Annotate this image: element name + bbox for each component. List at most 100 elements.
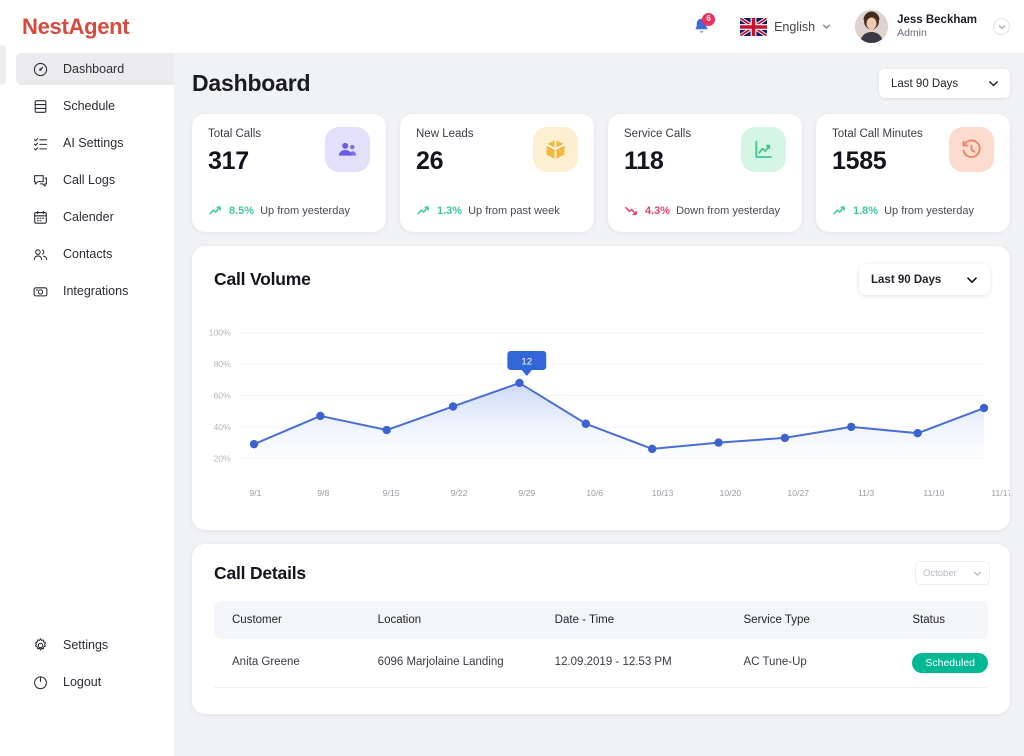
- box-cube-icon: [533, 127, 578, 172]
- call-details-header: Call Details October: [192, 544, 1010, 585]
- month-select[interactable]: October: [915, 561, 990, 585]
- stat-card-delta-text: Up from yesterday: [884, 204, 974, 217]
- stat-card-delta: 4.3% Down from yesterday: [624, 203, 780, 218]
- stat-card-delta-text: Up from yesterday: [260, 204, 350, 217]
- call-volume-svg: [238, 332, 989, 474]
- stat-card-delta: 1.8% Up from yesterday: [832, 203, 974, 218]
- content: Dashboard Last 90 Days Total Calls 317 8…: [174, 53, 1024, 756]
- month-select-value: October: [923, 567, 957, 579]
- sidebar-edge-sliver: [0, 45, 6, 85]
- sidebar-item-logout[interactable]: Logout: [16, 666, 174, 698]
- sidebar-item-label: Settings: [63, 638, 109, 652]
- sidebar-item-ai-settings[interactable]: AI Settings: [16, 127, 174, 159]
- page-title: Dashboard: [192, 70, 311, 96]
- user-menu[interactable]: Jess Beckham Admin: [855, 10, 1010, 43]
- stat-card-delta-pct: 8.5%: [229, 204, 255, 217]
- uk-flag-icon: [740, 17, 768, 36]
- table-column-header: Location: [377, 614, 422, 626]
- sidebar-item-label: Calender: [63, 210, 114, 224]
- trend-up-icon: [208, 203, 223, 218]
- stat-card: Service Calls 118 4.3% Down from yesterd…: [608, 114, 802, 232]
- sidebar-item-label: Call Logs: [63, 173, 116, 187]
- sidebar-item-integrations[interactable]: Integrations: [16, 275, 174, 307]
- sidebar-item-call-logs[interactable]: Call Logs: [16, 164, 174, 196]
- table-column-header: Status: [912, 614, 945, 626]
- user-name: Jess Beckham: [897, 13, 977, 26]
- stat-card-delta-pct: 1.3%: [437, 204, 463, 217]
- sidebar-item-calender[interactable]: Calender: [16, 201, 174, 233]
- sidebar-nav: Dashboard Schedule AI Settings Call Logs Cal…: [0, 53, 174, 307]
- sidebar-item-label: Logout: [63, 675, 102, 689]
- sidebar-item-schedule[interactable]: Schedule: [16, 90, 174, 122]
- page-range-value: Last 90 Days: [891, 77, 959, 90]
- trend-up-icon: [416, 203, 431, 218]
- page-range-select[interactable]: Last 90 Days: [879, 69, 1010, 98]
- call-details-panel: Call Details October Customer Location Dat…: [192, 544, 1010, 714]
- calendar-icon: [32, 209, 49, 226]
- main-area: 6 English Jess Beckham Admin Dashboard L…: [174, 0, 1024, 756]
- table-column-header: Date - Time: [554, 614, 615, 626]
- call-volume-range-select[interactable]: Last 90 Days: [859, 264, 990, 295]
- dashboard-app: NestAgent Dashboard Schedule AI Settings Ca…: [0, 0, 1024, 756]
- language-selector[interactable]: English: [740, 17, 831, 36]
- chevron-down-icon: [967, 276, 977, 283]
- stat-card: Total Call Minutes 1585 1.8% Up from yes…: [816, 114, 1010, 232]
- stat-card-delta: 1.3% Up from past week: [416, 203, 560, 218]
- stat-card-delta-pct: 4.3%: [645, 204, 671, 217]
- power-icon: [32, 674, 49, 691]
- user-role: Admin: [897, 27, 927, 40]
- call-details-table: Customer Location Date - Time Service Type S…: [214, 601, 988, 688]
- cell-datetime: 12.09.2019 - 12.53 PM: [554, 639, 744, 688]
- sidebar-item-label: Schedule: [63, 99, 116, 113]
- camera-icon: [32, 283, 49, 300]
- stat-card-delta-pct: 1.8%: [853, 204, 879, 217]
- trend-down-icon: [624, 203, 639, 218]
- stat-card-delta-text: Up from past week: [468, 204, 560, 217]
- call-volume-chart[interactable]: 100% 80% 60% 40% 20% 9/1 9/8 9/15 9/22 9/29 10/6 10…: [192, 295, 1010, 530]
- stat-card: Total Calls 317 8.5% Up from yesterday: [192, 114, 386, 232]
- cell-customer: Anita Greene: [214, 639, 378, 688]
- sidebar-item-label: Integrations: [63, 284, 129, 298]
- notification-badge: 6: [702, 12, 716, 26]
- table-body: Anita Greene 6096 Marjolaine Landing 12.…: [214, 639, 988, 688]
- page-header: Dashboard Last 90 Days: [192, 69, 1010, 98]
- people-group-icon: [325, 127, 370, 172]
- stat-card-delta-text: Down from yesterday: [676, 204, 781, 217]
- line-chart-icon: [741, 127, 786, 172]
- history-clock-icon: [949, 127, 994, 172]
- brand-logo[interactable]: NestAgent: [0, 0, 174, 53]
- chevron-down-icon: [998, 24, 1005, 29]
- avatar: [855, 10, 889, 43]
- language-label: English: [774, 19, 816, 34]
- sidebar: NestAgent Dashboard Schedule AI Settings Ca…: [0, 0, 174, 756]
- gauge-icon: [32, 61, 49, 78]
- user-meta: Jess Beckham Admin: [897, 13, 977, 41]
- table-column-header: Service Type: [743, 614, 810, 626]
- chevron-down-icon: [989, 81, 998, 87]
- chat-bubble-icon: [32, 172, 49, 189]
- sidebar-item-dashboard[interactable]: Dashboard: [16, 53, 174, 85]
- chevron-down-icon: [823, 24, 831, 29]
- cell-service-type: AC Tune-Up: [743, 639, 913, 688]
- gear-icon: [32, 637, 49, 654]
- sidebar-item-settings[interactable]: Settings: [16, 629, 174, 661]
- call-details-title: Call Details: [214, 562, 306, 583]
- people-icon: [32, 246, 49, 263]
- stat-card-delta: 8.5% Up from yesterday: [208, 203, 350, 218]
- call-volume-header: Call Volume Last 90 Days: [192, 246, 1010, 295]
- sidebar-nav-bottom: Settings Logout: [0, 629, 174, 756]
- user-menu-caret[interactable]: [993, 18, 1010, 35]
- call-volume-range-value: Last 90 Days: [871, 273, 942, 286]
- sidebar-item-contacts[interactable]: Contacts: [16, 238, 174, 270]
- chevron-down-icon: [973, 571, 982, 576]
- stat-card: New Leads 26 1.3% Up from past week: [400, 114, 594, 232]
- stat-cards: Total Calls 317 8.5% Up from yesterday N…: [192, 114, 1010, 232]
- table-row[interactable]: Anita Greene 6096 Marjolaine Landing 12.…: [214, 639, 988, 688]
- call-volume-title: Call Volume: [214, 269, 311, 289]
- status-badge: Scheduled: [912, 653, 988, 673]
- table-header: Customer Location Date - Time Service Type S…: [214, 601, 988, 639]
- list-panel-icon: [32, 98, 49, 115]
- sidebar-item-label: AI Settings: [63, 136, 124, 150]
- notifications-button[interactable]: 6: [688, 12, 716, 40]
